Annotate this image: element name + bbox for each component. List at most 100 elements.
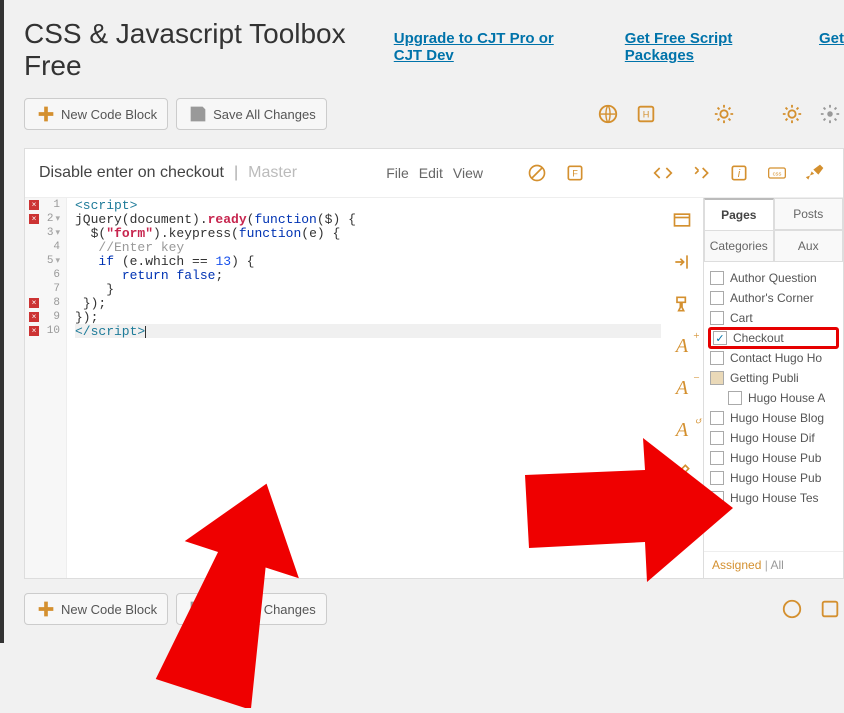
error-marker-icon[interactable]: ×: [29, 200, 39, 210]
code-line[interactable]: $("form").keypress(function(e) {: [75, 226, 661, 240]
tab-pages[interactable]: Pages: [704, 198, 774, 230]
font-bigger-icon[interactable]: A+: [670, 334, 694, 358]
line-number: 6: [25, 268, 66, 282]
code-line[interactable]: });: [75, 310, 661, 324]
menu-edit[interactable]: Edit: [419, 165, 443, 181]
font-smaller-icon[interactable]: A−: [670, 376, 694, 400]
svg-text:F: F: [572, 168, 578, 178]
menu-view[interactable]: View: [453, 165, 483, 181]
page-item-label: Checkout: [733, 331, 784, 345]
checkbox[interactable]: [710, 351, 724, 365]
annotation-arrow-2: [525, 430, 735, 595]
page-list-item[interactable]: Author's Corner: [708, 288, 839, 308]
tabs-row-1: Pages Posts: [704, 198, 843, 230]
code-line[interactable]: <script>: [75, 198, 661, 212]
code-line[interactable]: return false;: [75, 268, 661, 282]
code-line[interactable]: if (e.which == 13) {: [75, 254, 661, 268]
save-icon: [187, 103, 209, 125]
line-number: ×1: [25, 198, 66, 212]
page-list-item[interactable]: Author Question: [708, 268, 839, 288]
line-number: 5▾: [25, 254, 66, 268]
window-icon[interactable]: [670, 208, 694, 232]
code-line[interactable]: });: [75, 296, 661, 310]
tab-aux[interactable]: Aux: [774, 230, 844, 262]
master-label: Master: [248, 164, 297, 182]
code-line[interactable]: }: [75, 282, 661, 296]
checkbox[interactable]: [728, 391, 742, 405]
page-item-label: Author Question: [730, 271, 817, 285]
fold-icon[interactable]: ▾: [55, 214, 60, 224]
line-number: ×10: [25, 324, 66, 338]
page-list-item[interactable]: ✓ Checkout: [708, 327, 839, 349]
tab-categories[interactable]: Categories: [704, 230, 774, 262]
code-line[interactable]: </script>: [75, 324, 661, 338]
upgrade-link[interactable]: Upgrade to CJT Pro or CJT Dev: [394, 30, 585, 64]
editor-gutter: ×1×2▾3▾45▾67×8×9×10: [25, 198, 67, 578]
tab-posts[interactable]: Posts: [774, 198, 844, 230]
code-line[interactable]: jQuery(document).ready(function($) {: [75, 212, 661, 226]
history-icon[interactable]: [816, 595, 844, 623]
error-marker-icon[interactable]: ×: [29, 312, 39, 322]
fold-icon[interactable]: ▾: [55, 228, 60, 238]
packages-link[interactable]: Get Free Script Packages: [625, 30, 779, 64]
no-icon[interactable]: [523, 159, 551, 187]
page-list-item[interactable]: Getting Publi: [708, 368, 839, 388]
checkbox[interactable]: [710, 411, 724, 425]
page-list-item[interactable]: Hugo House Blog: [708, 408, 839, 428]
page-list-item[interactable]: Cart: [708, 308, 839, 328]
css-icon[interactable]: css: [763, 159, 791, 187]
checkbox[interactable]: [710, 311, 724, 325]
code-block: Disable enter on checkout | Master File …: [24, 148, 844, 579]
pipe-divider: |: [234, 164, 238, 182]
checkbox[interactable]: [710, 371, 724, 385]
globe-icon[interactable]: [778, 595, 806, 623]
tabs-row-2: Categories Aux: [704, 230, 843, 262]
new-block-label: New Code Block: [61, 107, 157, 122]
info-icon[interactable]: i: [725, 159, 753, 187]
bottom-icon-group: [778, 595, 844, 623]
line-number: ×9: [25, 310, 66, 324]
annotation-arrow-1: [131, 478, 331, 713]
settings-icon[interactable]: [816, 100, 844, 128]
page-item-label: Getting Publi: [730, 371, 799, 385]
svg-text:H: H: [643, 110, 650, 120]
checkbox[interactable]: ✓: [713, 331, 727, 345]
line-number: 3▾: [25, 226, 66, 240]
plus-icon: [35, 598, 57, 620]
menu-file[interactable]: File: [386, 165, 409, 181]
history-icon[interactable]: H: [632, 100, 660, 128]
page-list-item[interactable]: Hugo House A: [708, 388, 839, 408]
get-link[interactable]: Get: [819, 30, 844, 47]
checkbox[interactable]: [710, 271, 724, 285]
save-all-label: Save All Changes: [213, 107, 316, 122]
fold-icon[interactable]: ▾: [55, 256, 60, 266]
error-marker-icon[interactable]: ×: [29, 326, 39, 336]
in-icon[interactable]: [670, 250, 694, 274]
page-item-label: Cart: [730, 311, 753, 325]
globe-icon[interactable]: [594, 100, 622, 128]
page-header: CSS & Javascript Toolbox Free Upgrade to…: [24, 0, 844, 92]
error-marker-icon[interactable]: ×: [29, 298, 39, 308]
f-icon[interactable]: F: [561, 159, 589, 187]
save-all-button[interactable]: Save All Changes: [176, 98, 327, 130]
brush-icon[interactable]: [801, 159, 829, 187]
gear2-icon[interactable]: [778, 100, 806, 128]
error-marker-icon[interactable]: ×: [29, 214, 39, 224]
page-item-label: Hugo House Blog: [730, 411, 824, 425]
shortcode-icon[interactable]: [687, 159, 715, 187]
gear-icon[interactable]: [710, 100, 738, 128]
line-number: ×8: [25, 296, 66, 310]
plus-icon: [35, 103, 57, 125]
code-line[interactable]: //Enter key: [75, 240, 661, 254]
page-list-item[interactable]: Contact Hugo Ho: [708, 348, 839, 368]
checkbox[interactable]: [710, 291, 724, 305]
block-title: Disable enter on checkout: [39, 164, 224, 182]
paint-icon[interactable]: [670, 292, 694, 316]
new-block-button[interactable]: New Code Block: [24, 98, 168, 130]
all-link[interactable]: All: [771, 558, 784, 572]
page-item-label: Hugo House Tes: [730, 491, 819, 505]
block-body: ×1×2▾3▾45▾67×8×9×10 <script>jQuery(docum…: [25, 198, 843, 578]
code-icon[interactable]: [649, 159, 677, 187]
line-number: ×2▾: [25, 212, 66, 226]
line-number: 4: [25, 240, 66, 254]
